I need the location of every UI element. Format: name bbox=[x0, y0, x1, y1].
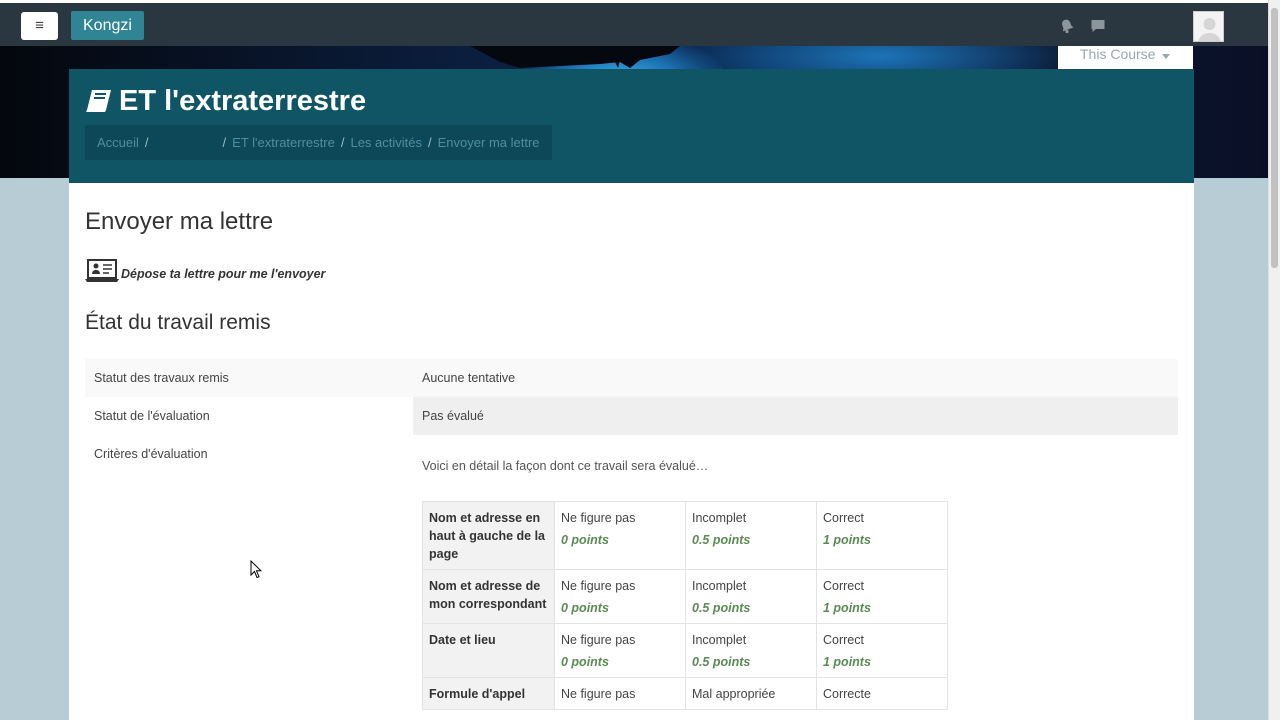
activity-intro-text: Dépose ta lettre pour me l'envoyer bbox=[121, 267, 326, 281]
rubric-level: Correct 1 points bbox=[816, 501, 948, 570]
level-definition: Ne figure pas bbox=[561, 633, 636, 647]
grading-rubric: Nom et adresse en haut à gauche de la pa… bbox=[422, 501, 948, 710]
rubric-criterion: Date et lieu bbox=[422, 623, 555, 678]
status-value: Pas évalué bbox=[422, 409, 484, 423]
page-scrollbar[interactable] bbox=[1268, 0, 1280, 720]
status-label: Critères d'évaluation bbox=[94, 447, 208, 461]
status-row: Statut des travaux remis Aucune tentativ… bbox=[85, 359, 1178, 397]
rubric-level: Ne figure pas 0 points bbox=[554, 623, 686, 678]
rubric-level: Incomplet 0.5 points bbox=[685, 501, 817, 570]
level-score: 0.5 points bbox=[692, 533, 751, 547]
rubric-criterion: Nom et adresse de mon correspondant bbox=[422, 569, 555, 624]
status-label: Statut de l'évaluation bbox=[94, 409, 210, 423]
rubric-criterion-row: Date et lieu Ne figure pas 0 points Incom… bbox=[422, 623, 948, 678]
level-definition: Correct bbox=[823, 579, 864, 593]
level-definition: Ne figure pas bbox=[561, 511, 636, 525]
level-definition: Incomplet bbox=[692, 633, 747, 647]
breadcrumb-separator: / bbox=[222, 135, 227, 150]
this-course-label: This Course bbox=[1080, 46, 1156, 62]
top-navbar: ≡ Kongzi bbox=[0, 0, 1268, 46]
breadcrumb-activities[interactable]: Les activités bbox=[350, 135, 422, 150]
rubric-level: Correct 1 points bbox=[816, 623, 948, 678]
level-definition: Incomplet bbox=[692, 511, 747, 525]
status-label: Statut des travaux remis bbox=[94, 371, 229, 385]
laptop-presentation-icon bbox=[85, 259, 119, 282]
level-definition: Correcte bbox=[823, 687, 871, 701]
page-header: ET l'extraterrestre Accueil / / ET l'extrat… bbox=[69, 69, 1194, 183]
rubric-level: Ne figure pas 0 points bbox=[554, 569, 686, 624]
avatar-icon bbox=[1198, 18, 1221, 41]
level-definition: Correct bbox=[823, 511, 864, 525]
level-score: 1 points bbox=[823, 655, 871, 669]
level-score: 1 points bbox=[823, 601, 871, 615]
rubric-level: Incomplet 0.5 points bbox=[685, 569, 817, 624]
level-definition: Correct bbox=[823, 633, 864, 647]
rubric-criterion: Formule d'appel bbox=[422, 677, 555, 710]
breadcrumb-separator: / bbox=[428, 135, 432, 150]
mouse-cursor-icon bbox=[250, 560, 262, 579]
book-icon bbox=[86, 90, 111, 112]
course-title-text: ET l'extraterrestre bbox=[119, 85, 367, 117]
course-title: ET l'extraterrestre bbox=[85, 85, 366, 118]
level-score: 0.5 points bbox=[692, 655, 751, 669]
level-definition: Ne figure pas bbox=[561, 579, 636, 593]
caret-down-icon bbox=[1162, 54, 1170, 59]
menu-toggle-button[interactable]: ≡ bbox=[21, 12, 58, 40]
level-score: 0 points bbox=[561, 533, 609, 547]
chat-icon[interactable] bbox=[1090, 18, 1106, 34]
scrollbar-thumb[interactable] bbox=[1271, 8, 1278, 268]
user-avatar[interactable] bbox=[1193, 11, 1224, 42]
rubric-level: Correct 1 points bbox=[816, 569, 948, 624]
breadcrumb-separator: / bbox=[144, 135, 149, 150]
activity-title: Envoyer ma lettre bbox=[85, 208, 274, 235]
status-row: Statut de l'évaluation Pas évalué bbox=[85, 397, 1178, 435]
page-container: ET l'extraterrestre Accueil / / ET l'extrat… bbox=[69, 69, 1194, 720]
breadcrumb-home[interactable]: Accueil bbox=[97, 135, 139, 150]
level-definition: Mal appropriée bbox=[692, 687, 776, 701]
level-score: 0 points bbox=[561, 655, 609, 669]
rubric-level: Ne figure pas 0 points bbox=[554, 501, 686, 570]
breadcrumb-course[interactable]: ET l'extraterrestre bbox=[232, 135, 335, 150]
activity-intro: Dépose ta lettre pour me l'envoyer bbox=[85, 258, 325, 284]
bell-icon[interactable] bbox=[1059, 18, 1075, 34]
this-course-dropdown[interactable]: This Course bbox=[1058, 46, 1193, 70]
rubric-intro: Voici en détail la façon dont ce travail… bbox=[422, 459, 709, 473]
rubric-level: Mal appropriée bbox=[685, 677, 817, 710]
breadcrumb: Accueil / / ET l'extraterrestre / Les activit… bbox=[85, 125, 552, 160]
rubric-criterion: Nom et adresse en haut à gauche de la pa… bbox=[422, 501, 555, 570]
rubric-level: Correcte bbox=[816, 677, 948, 710]
breadcrumb-current[interactable]: Envoyer ma lettre bbox=[438, 135, 540, 150]
rubric-criterion-row: Nom et adresse de mon correspondant Ne f… bbox=[422, 569, 948, 624]
level-score: 1 points bbox=[823, 533, 871, 547]
level-score: 0.5 points bbox=[692, 601, 751, 615]
level-definition: Ne figure pas bbox=[561, 687, 636, 701]
site-brand-link[interactable]: Kongzi bbox=[71, 11, 144, 40]
grading-status-cell: Pas évalué bbox=[413, 397, 1178, 435]
level-score: 0 points bbox=[561, 601, 609, 615]
status-value: Aucune tentative bbox=[422, 371, 516, 385]
rubric-criterion-row: Nom et adresse en haut à gauche de la pa… bbox=[422, 501, 948, 570]
breadcrumb-separator: / bbox=[340, 135, 345, 150]
rubric-level: Ne figure pas bbox=[554, 677, 686, 710]
submission-status-heading: État du travail remis bbox=[85, 311, 271, 334]
level-definition: Incomplet bbox=[692, 579, 747, 593]
rubric-level: Incomplet 0.5 points bbox=[685, 623, 817, 678]
rubric-criterion-row: Formule d'appel Ne figure pas Mal approp… bbox=[422, 677, 948, 710]
